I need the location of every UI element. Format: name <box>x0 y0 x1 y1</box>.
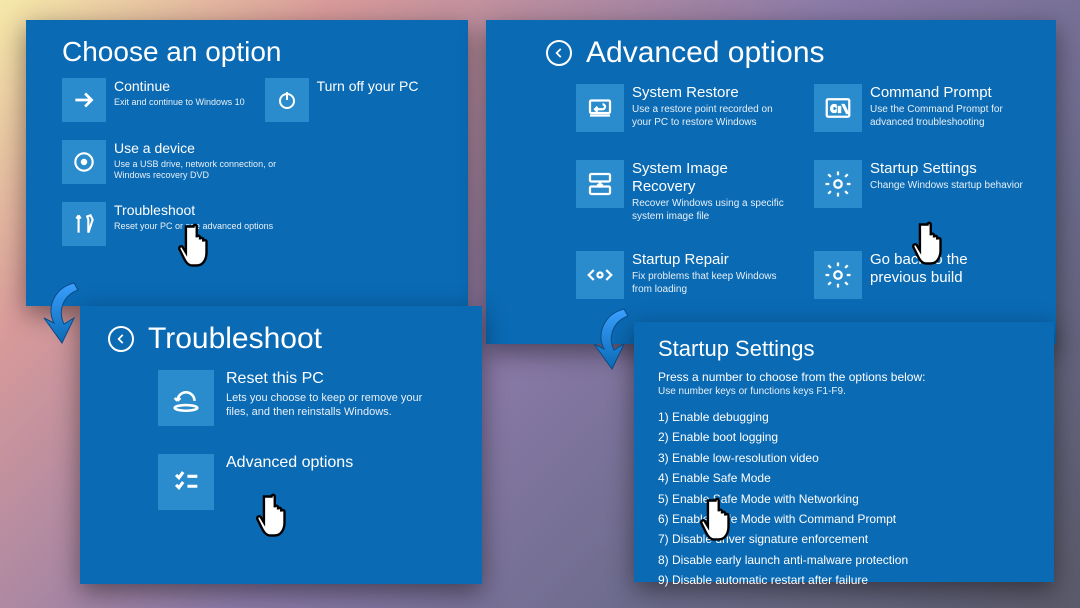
troubleshoot-desc: Reset your PC or see advanced options <box>114 221 273 232</box>
image-title: System Image Recovery <box>632 160 790 196</box>
gear-icon <box>814 160 862 208</box>
startup-opt-4[interactable]: 4) Enable Safe Mode <box>658 468 1030 488</box>
startup-settings-tile[interactable]: Startup Settings Change Windows startup … <box>814 158 1028 225</box>
turnoff-tile[interactable]: Turn off your PC <box>265 76 419 124</box>
startup-repair-tile[interactable]: Startup Repair Fix problems that keep Wi… <box>576 249 790 301</box>
device-desc: Use a USB drive, network connection, or … <box>114 159 284 182</box>
startup-sub1: Press a number to choose from the option… <box>658 370 1030 384</box>
troubleshoot-tile[interactable]: Troubleshoot Reset your PC or see advanc… <box>62 200 440 248</box>
adv-opt-title: Advanced options <box>226 454 353 472</box>
turnoff-title: Turn off your PC <box>317 78 419 95</box>
repair-desc: Fix problems that keep Windows from load… <box>632 271 790 296</box>
troubleshoot-screen-title: Troubleshoot <box>148 322 322 356</box>
choose-option-screen: Choose an option Continue Exit and conti… <box>26 20 468 306</box>
startup-sub2: Use number keys or functions keys F1-F9. <box>658 386 1030 397</box>
advanced-title: Advanced options <box>586 36 825 70</box>
image-recovery-icon <box>576 160 624 208</box>
reset-desc: Lets you choose to keep or remove your f… <box>226 391 436 420</box>
goback-title: Go back to the previous build <box>870 251 1028 287</box>
device-title: Use a device <box>114 140 284 157</box>
back-button[interactable] <box>108 326 134 352</box>
startup-opt-1[interactable]: 1) Enable debugging <box>658 407 1030 427</box>
startup-desc: Change Windows startup behavior <box>870 180 1023 193</box>
advanced-options-screen: Advanced options System Restore Use a re… <box>486 20 1056 344</box>
startup-options-list: 1) Enable debugging 2) Enable boot loggi… <box>658 407 1030 591</box>
list-icon <box>158 454 214 510</box>
startup-opt-6[interactable]: 6) Enable Safe Mode with Command Prompt <box>658 509 1030 529</box>
restore-icon <box>576 84 624 132</box>
repair-title: Startup Repair <box>632 251 790 269</box>
use-device-tile[interactable]: Use a device Use a USB drive, network co… <box>62 138 440 186</box>
cmd-desc: Use the Command Prompt for advanced trou… <box>870 104 1028 129</box>
startup-opt-3[interactable]: 3) Enable low-resolution video <box>658 448 1030 468</box>
power-icon <box>265 78 309 122</box>
tools-icon <box>62 202 106 246</box>
arrow-right-icon <box>62 78 106 122</box>
reset-pc-tile[interactable]: Reset this PC Lets you choose to keep or… <box>158 370 454 426</box>
troubleshoot-screen: Troubleshoot Reset this PC Lets you choo… <box>80 306 482 584</box>
startup-opt-2[interactable]: 2) Enable boot logging <box>658 427 1030 447</box>
advanced-options-tile[interactable]: Advanced options <box>158 454 454 510</box>
gear-icon <box>814 251 862 299</box>
startup-settings-screen: Startup Settings Press a number to choos… <box>634 322 1054 582</box>
startup-opt-9[interactable]: 9) Disable automatic restart after failu… <box>658 570 1030 590</box>
cmd-icon: C:\ <box>814 84 862 132</box>
continue-desc: Exit and continue to Windows 10 <box>114 97 245 108</box>
system-restore-tile[interactable]: System Restore Use a restore point recor… <box>576 82 790 134</box>
image-desc: Recover Windows using a specific system … <box>632 198 790 223</box>
reset-title: Reset this PC <box>226 370 436 388</box>
system-image-tile[interactable]: System Image Recovery Recover Windows us… <box>576 158 790 225</box>
startup-opt-7[interactable]: 7) Disable driver signature enforcement <box>658 529 1030 549</box>
command-prompt-tile[interactable]: C:\ Command Prompt Use the Command Promp… <box>814 82 1028 134</box>
disc-icon <box>62 140 106 184</box>
cmd-title: Command Prompt <box>870 84 1028 102</box>
startup-title: Startup Settings <box>870 160 1023 178</box>
restore-title: System Restore <box>632 84 790 102</box>
reset-icon <box>158 370 214 426</box>
restore-desc: Use a restore point recorded on your PC … <box>632 104 790 129</box>
svg-text:C:\: C:\ <box>831 104 849 115</box>
startup-opt-8[interactable]: 8) Disable early launch anti-malware pro… <box>658 550 1030 570</box>
back-button[interactable] <box>546 40 572 66</box>
startup-opt-5[interactable]: 5) Enable Safe Mode with Networking <box>658 489 1030 509</box>
continue-tile[interactable]: Continue Exit and continue to Windows 10 <box>62 76 245 124</box>
continue-title: Continue <box>114 78 245 95</box>
choose-title: Choose an option <box>62 36 440 68</box>
go-back-tile[interactable]: Go back to the previous build <box>814 249 1028 301</box>
startup-screen-title: Startup Settings <box>658 336 1030 362</box>
repair-icon <box>576 251 624 299</box>
troubleshoot-title: Troubleshoot <box>114 202 273 219</box>
